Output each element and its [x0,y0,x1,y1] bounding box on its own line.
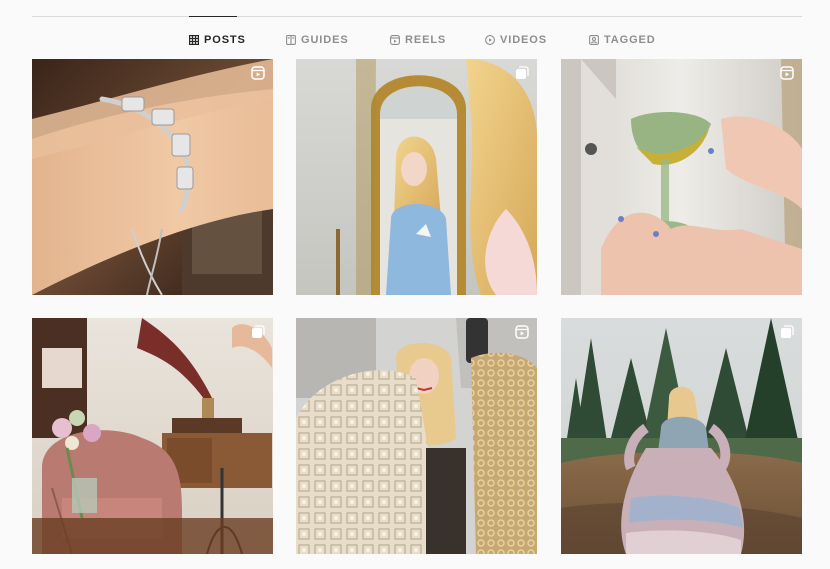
post-thumbnail-glass[interactable] [561,59,802,295]
carousel-icon [780,325,794,339]
tab-guides[interactable]: GUIDES [286,30,349,50]
play-icon [485,35,495,45]
carousel-icon [515,66,529,80]
post-thumbnail-lace-fabrics[interactable] [296,318,537,554]
carousel-icon [251,325,265,339]
tab-videos-label: VIDEOS [500,34,547,46]
mirror-photo [296,59,537,295]
reel-icon [515,325,529,339]
post-thumbnail-bracelet[interactable] [32,59,273,295]
reels-icon [390,35,400,45]
lace-fabrics-photo [296,318,537,554]
profile-posts-section: POSTS GUIDES REELS VIDEOS TAGGED [0,0,830,569]
glass-photo [561,59,802,295]
tagged-icon [589,35,599,45]
active-tab-indicator [189,16,237,17]
post-thumbnail-forest-dress[interactable] [561,318,802,554]
armchair-room-photo [32,318,273,554]
grid-icon [189,35,199,45]
tab-guides-label: GUIDES [301,34,349,46]
tab-tagged[interactable]: TAGGED [589,30,656,50]
tab-tagged-label: TAGGED [604,34,656,46]
tab-reels[interactable]: REELS [390,30,446,50]
tab-posts-label: POSTS [204,34,246,46]
reel-icon [251,66,265,80]
bracelet-photo [32,59,273,295]
post-thumbnail-armchair-room[interactable] [32,318,273,554]
profile-tabs: POSTS GUIDES REELS VIDEOS TAGGED [0,30,830,50]
guides-icon [286,35,296,45]
tab-reels-label: REELS [405,34,447,46]
reel-icon [780,66,794,80]
tab-posts[interactable]: POSTS [189,30,246,50]
tab-divider [32,16,802,17]
tab-videos[interactable]: VIDEOS [485,30,547,50]
forest-dress-photo [561,318,802,554]
post-thumbnail-mirror[interactable] [296,59,537,295]
